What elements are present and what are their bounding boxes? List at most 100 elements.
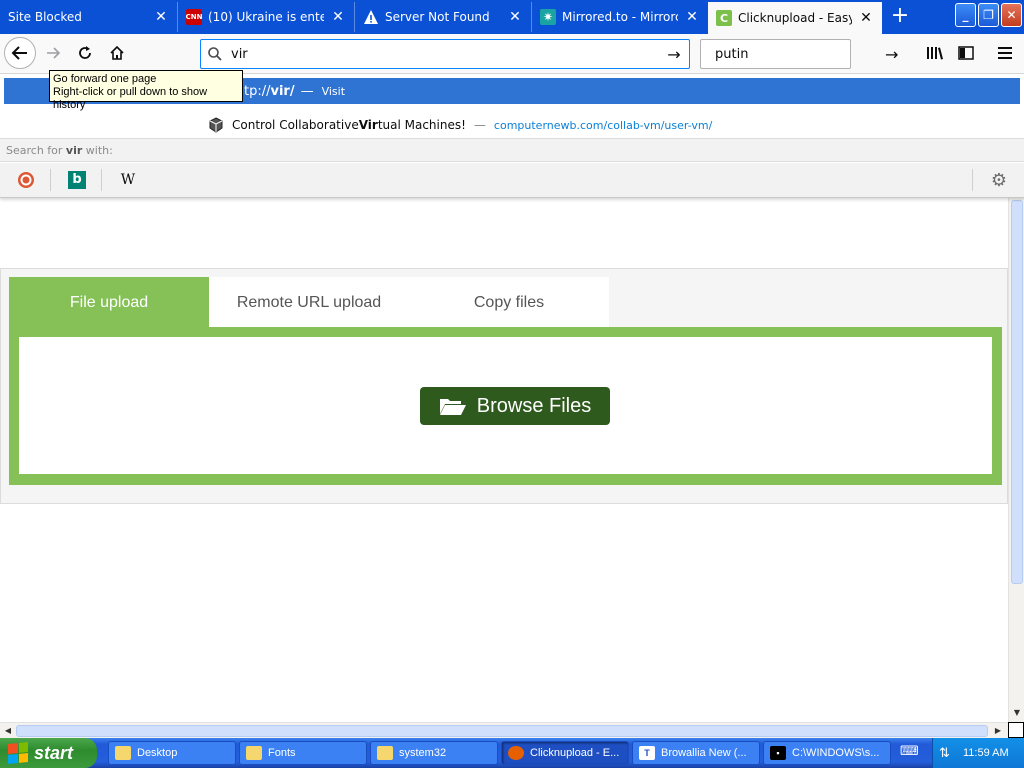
- mirrored-favicon-icon: ✷: [540, 9, 556, 25]
- settings-gear-icon[interactable]: ⚙: [988, 169, 1010, 191]
- clock: 11:59 AM: [963, 747, 1009, 759]
- search-bar[interactable]: →: [700, 39, 898, 69]
- sidebar-icon: [958, 46, 974, 60]
- search-with-label: Search for vir with:: [0, 138, 1024, 162]
- autocomplete-result-collabvm[interactable]: Control Collaborative Vir tual Machines! …: [208, 114, 712, 136]
- library-icon: [927, 47, 943, 60]
- taskbar-item-cmd[interactable]: ▪ C:\WINDOWS\s...: [763, 741, 891, 765]
- minimize-button[interactable]: _: [955, 3, 976, 27]
- tab-title: (10) Ukraine is entering: [208, 10, 324, 24]
- tab-mirrored-to[interactable]: ✷ Mirrored.to - Mirrorcrea ✕: [531, 2, 708, 32]
- tab-copy-files[interactable]: Copy files: [409, 277, 609, 329]
- result-url-bold: vir/: [270, 83, 295, 99]
- restore-button[interactable]: ❐: [978, 3, 999, 27]
- tooltip-line: Go forward one page: [53, 73, 157, 85]
- home-button[interactable]: [102, 38, 132, 68]
- sidebar-button[interactable]: [951, 38, 981, 68]
- reload-button[interactable]: [70, 38, 100, 68]
- taskbar-item-clicknupload[interactable]: Clicknupload - E...: [501, 741, 629, 765]
- tab-title: Server Not Found: [385, 10, 490, 24]
- search-with-term: vir: [65, 144, 83, 157]
- folder-icon: [246, 746, 262, 760]
- tab-site-blocked[interactable]: Site Blocked ✕: [0, 2, 177, 32]
- reload-icon: [79, 46, 91, 59]
- navigation-toolbar: → →: [0, 34, 1024, 74]
- home-icon: [110, 45, 124, 60]
- hamburger-menu-icon: [998, 47, 1012, 59]
- result-title-bold: Vir: [358, 118, 378, 132]
- task-label: Fonts: [268, 747, 296, 759]
- library-button[interactable]: [920, 38, 950, 68]
- tab-close-icon[interactable]: ✕: [858, 10, 874, 26]
- network-icon[interactable]: ⇅: [939, 745, 955, 761]
- tab-file-upload[interactable]: File upload: [9, 277, 209, 329]
- search-engine-bar: b W ⚙: [0, 163, 1024, 197]
- browse-files-button[interactable]: Browse Files: [420, 387, 610, 425]
- search-go-arrow-icon[interactable]: →: [885, 45, 898, 64]
- back-button[interactable]: [4, 37, 36, 69]
- scroll-down-arrow-icon[interactable]: ▼: [1010, 706, 1024, 720]
- engine-divider: [101, 169, 102, 191]
- go-arrow-icon[interactable]: →: [665, 45, 683, 64]
- windows-taskbar: start Desktop Fonts system32 Clicknuploa…: [0, 738, 1024, 768]
- folder-open-icon: [439, 399, 466, 415]
- task-label: Desktop: [137, 747, 178, 759]
- tab-cnn-ukraine[interactable]: CNN (10) Ukraine is entering ✕: [177, 2, 354, 32]
- url-input[interactable]: [223, 46, 665, 62]
- wikipedia-icon[interactable]: W: [117, 169, 139, 191]
- scroll-left-arrow-icon[interactable]: ◀: [2, 724, 14, 738]
- scroll-corner: [1008, 722, 1024, 738]
- cmd-icon: ▪: [770, 746, 786, 760]
- folder-icon: [377, 746, 393, 760]
- result-action-visit: Visit: [321, 84, 346, 98]
- vertical-scrollbar[interactable]: ▼: [1008, 198, 1024, 722]
- tab-clicknupload[interactable]: C Clicknupload - Easy way ✕: [708, 2, 882, 34]
- browser-tab-strip: Site Blocked ✕ CNN (10) Ukraine is enter…: [0, 0, 1024, 34]
- warning-icon: [363, 9, 379, 25]
- bing-glyph: b: [68, 171, 86, 189]
- hamburger-menu-button[interactable]: [990, 38, 1020, 68]
- browse-files-label: Browse Files: [476, 394, 592, 417]
- tab-remote-url-upload[interactable]: Remote URL upload: [209, 277, 409, 329]
- bing-icon[interactable]: b: [66, 169, 88, 191]
- scroll-right-arrow-icon[interactable]: ▶: [992, 724, 1004, 738]
- taskbar-item-browallia[interactable]: T Browallia New (...: [632, 741, 760, 765]
- start-button[interactable]: start: [0, 738, 97, 768]
- horizontal-scrollbar[interactable]: ◀ ▶: [0, 722, 1008, 738]
- forward-button[interactable]: [38, 38, 68, 68]
- keyboard-icon[interactable]: ⌨: [900, 744, 919, 760]
- url-bar[interactable]: →: [200, 39, 690, 69]
- tab-close-icon[interactable]: ✕: [507, 9, 523, 25]
- upload-dropzone[interactable]: Browse Files: [19, 337, 992, 474]
- tab-close-icon[interactable]: ✕: [684, 9, 700, 25]
- tab-title: Site Blocked: [8, 10, 82, 24]
- new-tab-button[interactable]: +: [886, 4, 914, 30]
- vertical-scroll-thumb[interactable]: [1011, 200, 1023, 584]
- tooltip-line: Right-click or pull down to show history: [53, 86, 208, 111]
- forward-tooltip: Go forward one page Right-click or pull …: [49, 70, 243, 111]
- tab-close-icon[interactable]: ✕: [330, 9, 346, 25]
- collabvm-favicon-icon: [208, 117, 224, 133]
- task-label: system32: [399, 747, 447, 759]
- task-label: Clicknupload - E...: [530, 747, 620, 759]
- taskbar-item-system32[interactable]: system32: [370, 741, 498, 765]
- search-with-pre: Search for: [6, 144, 66, 157]
- duckduckgo-icon[interactable]: [15, 169, 37, 191]
- start-label: start: [34, 742, 74, 763]
- result-title-post: tual Machines!: [377, 118, 466, 132]
- taskbar-item-desktop[interactable]: Desktop: [108, 741, 236, 765]
- taskbar-item-fonts[interactable]: Fonts: [239, 741, 367, 765]
- horizontal-scroll-thumb[interactable]: [16, 725, 988, 737]
- font-icon: T: [639, 746, 655, 760]
- windows-logo-icon: [8, 741, 28, 765]
- search-input[interactable]: [707, 46, 885, 62]
- tab-title: Clicknupload - Easy way: [738, 11, 852, 25]
- tab-close-icon[interactable]: ✕: [153, 9, 169, 25]
- folder-icon: [115, 746, 131, 760]
- close-window-button[interactable]: ✕: [1001, 3, 1022, 27]
- tab-server-not-found[interactable]: Server Not Found ✕: [354, 2, 531, 32]
- arrow-right-icon: [47, 47, 61, 59]
- firefox-icon: [508, 746, 524, 760]
- system-tray: ⇅ 11:59 AM: [932, 738, 1024, 768]
- result-title-pre: Control Collaborative: [232, 118, 359, 132]
